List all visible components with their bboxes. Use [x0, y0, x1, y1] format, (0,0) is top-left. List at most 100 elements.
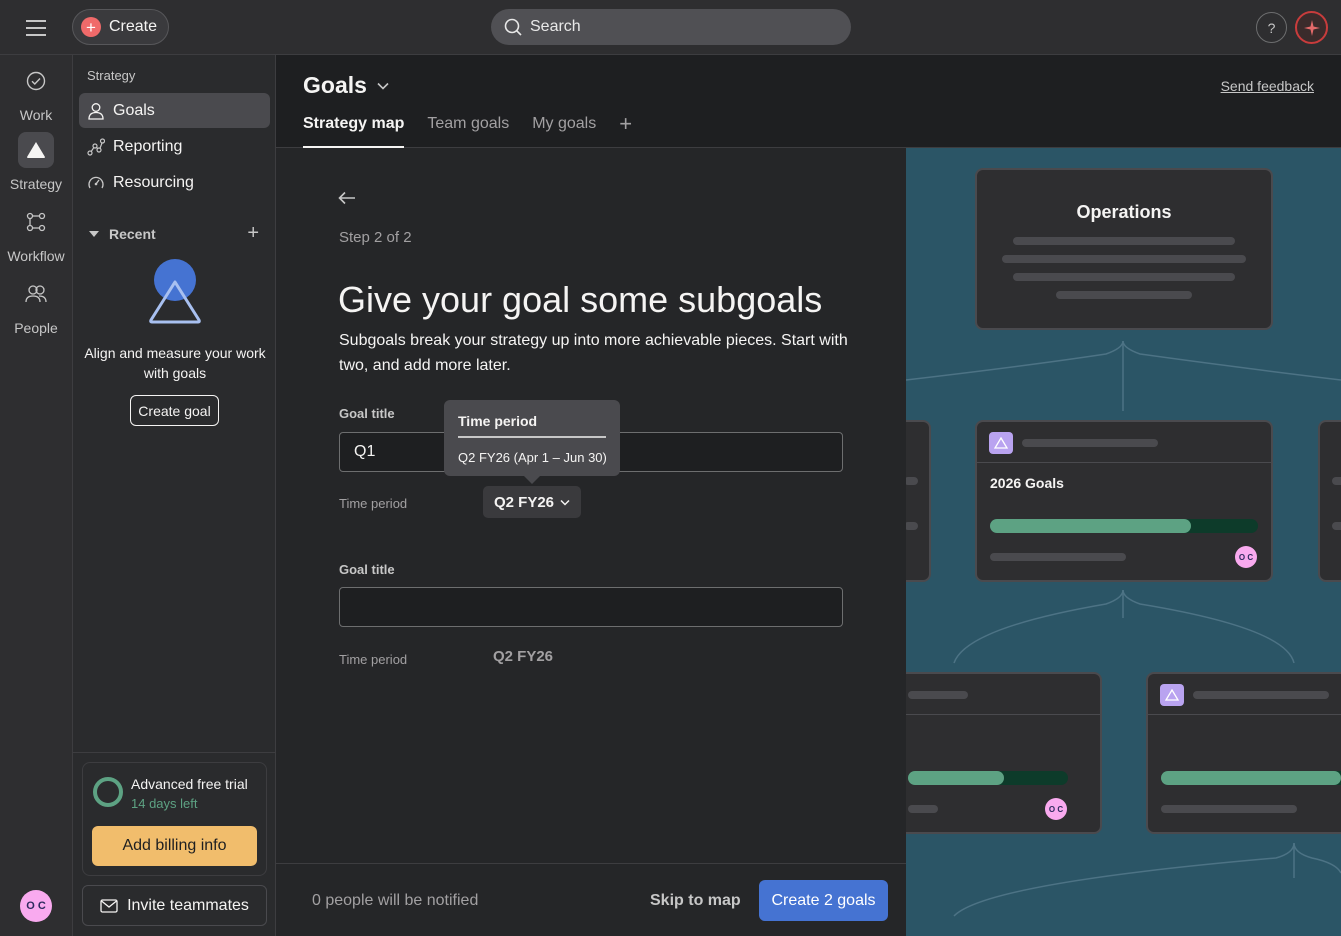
sidebar-item-resourcing[interactable]: Resourcing	[79, 165, 270, 200]
person-icon	[87, 102, 105, 120]
create-goal-button[interactable]: Create goal	[130, 395, 219, 426]
sidebar: Strategy Goals Reporting Resourcing Rece…	[72, 55, 276, 936]
tooltip-arrow	[524, 476, 540, 484]
operations-card-title: Operations	[1076, 202, 1172, 222]
partial-card-right	[1318, 420, 1341, 582]
time-period-value: Q2 FY26	[493, 493, 555, 511]
check-circle-icon	[18, 63, 54, 99]
goal-title-label: Goal title	[339, 562, 395, 577]
sidebar-item-goals[interactable]: Goals	[79, 93, 270, 128]
sidebar-item-reporting[interactable]: Reporting	[79, 129, 270, 164]
create-button[interactable]: + Create	[72, 9, 169, 45]
partial-card-left	[906, 420, 931, 582]
top-bar: + Create Search ?	[0, 0, 1341, 55]
form-footer: 0 people will be notified Skip to map Cr…	[276, 863, 906, 936]
rail-item-workflow[interactable]: Workflow	[0, 204, 72, 264]
time-period-label: Time period	[339, 652, 408, 667]
tooltip-divider	[458, 436, 606, 438]
create-goals-button[interactable]: Create 2 goals	[759, 880, 888, 921]
tooltip-title: Time period	[458, 413, 538, 429]
sparkle-icon	[1303, 19, 1320, 36]
placeholder-bar	[906, 477, 918, 485]
recent-label: Recent	[109, 225, 156, 242]
placeholder-bar	[1332, 522, 1341, 530]
rail-label: Work	[19, 107, 53, 123]
card-divider	[977, 462, 1271, 463]
search-placeholder: Search	[530, 18, 581, 35]
page-header: Goals Send feedback Strategy map Team go…	[276, 55, 1341, 148]
time-period-dropdown-1[interactable]: Q2 FY26	[483, 486, 581, 518]
add-billing-button[interactable]: Add billing info	[92, 826, 257, 866]
card-divider	[1148, 714, 1341, 715]
reporting-icon	[87, 137, 105, 156]
time-period-label: Time period	[339, 496, 408, 511]
sidebar-item-label: Reporting	[113, 137, 183, 155]
placeholder-bar	[1332, 477, 1341, 485]
rail-label: Workflow	[7, 248, 65, 264]
tooltip-body: Q2 FY26 (Apr 1 – Jun 30)	[458, 450, 607, 465]
workflow-icon	[18, 204, 54, 240]
gauge-icon	[87, 174, 105, 192]
placeholder-bar	[1193, 691, 1329, 699]
step-indicator: Step 2 of 2	[339, 229, 412, 246]
goal-progress-fill	[1161, 771, 1341, 785]
placeholder-bar	[1022, 439, 1158, 447]
owner-avatar: O C	[1045, 798, 1067, 820]
search-input[interactable]: Search	[491, 9, 851, 45]
placeholder-bar	[1002, 255, 1246, 263]
tab-strategy-map[interactable]: Strategy map	[303, 115, 405, 148]
rail-item-work[interactable]: Work	[0, 63, 72, 123]
rail-label: Strategy	[9, 176, 63, 192]
chevron-down-icon	[560, 499, 570, 506]
mail-icon	[100, 898, 118, 913]
create-label: Create	[109, 18, 158, 35]
goal-title-input-2[interactable]	[339, 587, 843, 627]
placeholder-bar	[990, 553, 1126, 561]
placeholder-bar	[908, 805, 938, 813]
rail-item-strategy[interactable]: Strategy	[0, 132, 72, 192]
rail-item-people[interactable]: People	[0, 276, 72, 336]
owner-avatar: O C	[1235, 546, 1257, 568]
send-feedback-link[interactable]: Send feedback	[1221, 78, 1314, 94]
time-period-dropdown-2[interactable]: Q2 FY26	[493, 648, 553, 665]
help-button[interactable]: ?	[1256, 12, 1287, 43]
subgoals-form: Step 2 of 2 Give your goal some subgoals…	[276, 148, 906, 936]
sidebar-item-label: Resourcing	[113, 173, 194, 191]
page-title[interactable]: Goals	[303, 72, 389, 99]
left-rail: Work Strategy Workflow People O C	[0, 55, 72, 936]
strategy-map-illustration: Operations 2026 Goals O C O C	[906, 148, 1341, 936]
goal-progress-fill	[990, 519, 1191, 533]
goal-card-bottom-right	[1146, 672, 1341, 834]
invite-teammates-button[interactable]: Invite teammates	[82, 885, 267, 926]
goal-card-bottom-left: O C	[906, 672, 1102, 834]
recent-section[interactable]: Recent +	[89, 222, 259, 245]
placeholder-bar	[906, 522, 918, 530]
add-tab-icon[interactable]: +	[619, 113, 632, 135]
trial-card: Advanced free trial 14 days left Add bil…	[82, 762, 267, 876]
goal-triangle-icon	[1160, 684, 1184, 706]
tab-my-goals[interactable]: My goals	[532, 115, 596, 148]
invite-label: Invite teammates	[127, 896, 249, 914]
tab-team-goals[interactable]: Team goals	[427, 115, 509, 148]
placeholder-bar	[1013, 273, 1235, 281]
plus-icon: +	[81, 17, 101, 37]
sidebar-section-title: Strategy	[87, 68, 136, 83]
search-icon	[504, 18, 522, 36]
ai-sparkle-button[interactable]	[1295, 11, 1328, 44]
back-arrow-icon[interactable]	[338, 191, 356, 205]
placeholder-bar	[1056, 291, 1192, 299]
triangle-icon	[18, 132, 54, 168]
placeholder-bar	[1161, 805, 1297, 813]
notify-count: 0 people will be notified	[312, 892, 479, 909]
add-recent-icon[interactable]: +	[247, 222, 259, 245]
skip-to-map-button[interactable]: Skip to map	[650, 892, 741, 910]
menu-icon[interactable]	[22, 14, 50, 42]
goal-triangle-icon	[989, 432, 1013, 454]
goal-progress-bar	[990, 519, 1258, 533]
caret-down-icon	[89, 230, 99, 238]
people-icon	[18, 276, 54, 312]
chevron-down-icon	[377, 82, 389, 90]
trial-title: Advanced free trial	[131, 776, 248, 792]
user-avatar[interactable]: O C	[20, 890, 52, 922]
promo-text: Align and measure your work with goals	[84, 345, 266, 381]
